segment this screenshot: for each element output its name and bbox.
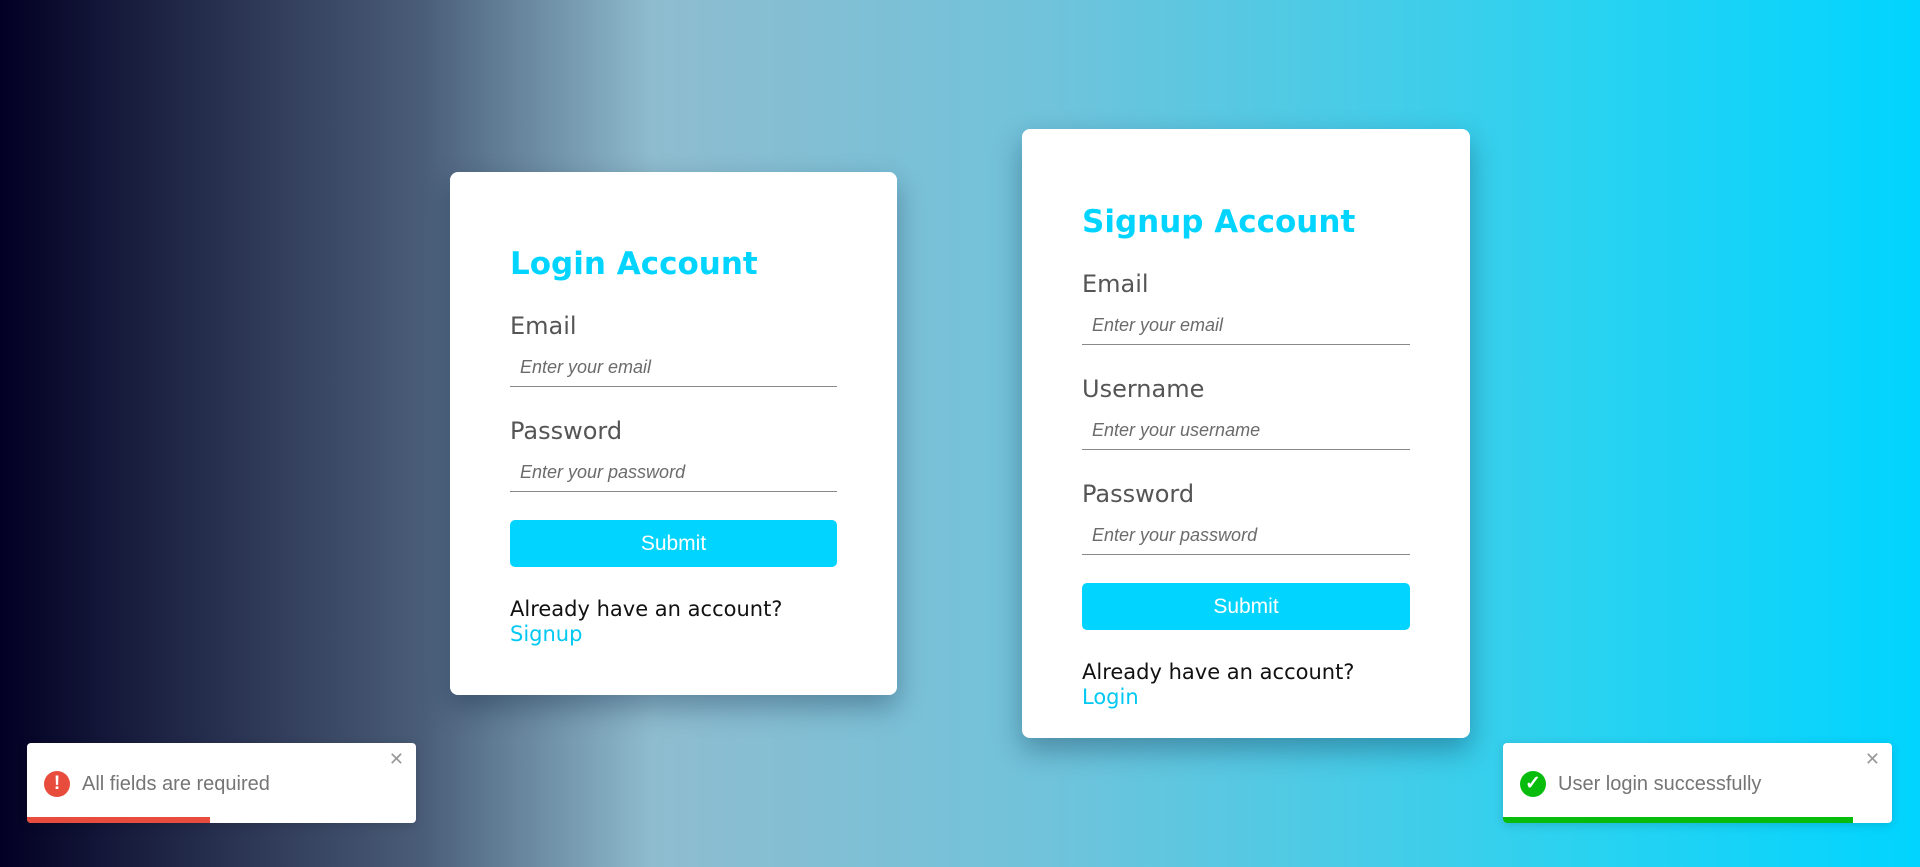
login-password-field: Password <box>510 419 837 492</box>
error-toast-message: All fields are required <box>82 773 270 795</box>
login-submit-button[interactable]: Submit <box>510 520 837 567</box>
signup-title: Signup Account <box>1082 204 1356 240</box>
login-email-field: Email <box>510 314 837 387</box>
login-footer-text: Already have an account? <box>510 597 783 621</box>
error-toast[interactable]: ! All fields are required ✕ <box>27 743 416 823</box>
exclamation-icon: ! <box>44 771 70 797</box>
login-title: Login Account <box>510 246 758 282</box>
checkmark-icon: ✓ <box>1520 771 1546 797</box>
signup-footer: Already have an account? Login <box>1082 660 1410 710</box>
login-link[interactable]: Login <box>1082 685 1139 709</box>
login-password-label: Password <box>510 417 623 445</box>
signup-username-input[interactable] <box>1082 411 1410 450</box>
signup-link[interactable]: Signup <box>510 622 582 646</box>
close-icon[interactable]: ✕ <box>389 751 404 769</box>
login-email-label: Email <box>510 312 577 340</box>
signup-email-field: Email <box>1082 272 1410 345</box>
success-toast[interactable]: ✓ User login successfully ✕ <box>1503 743 1892 823</box>
signup-password-label: Password <box>1082 480 1195 508</box>
error-toast-progress-bar <box>27 817 210 823</box>
signup-email-input[interactable] <box>1082 306 1410 345</box>
success-toast-message: User login successfully <box>1558 773 1762 795</box>
signup-footer-text: Already have an account? <box>1082 660 1355 684</box>
signup-password-input[interactable] <box>1082 516 1410 555</box>
success-toast-progress-bar <box>1503 817 1854 823</box>
close-icon[interactable]: ✕ <box>1865 751 1880 769</box>
signup-card: Signup Account Email Username Password S… <box>1022 129 1470 738</box>
signup-email-label: Email <box>1082 270 1149 298</box>
login-footer: Already have an account? Signup <box>510 597 800 647</box>
signup-submit-button[interactable]: Submit <box>1082 583 1410 630</box>
signup-password-field: Password <box>1082 482 1410 555</box>
signup-username-label: Username <box>1082 375 1205 403</box>
login-password-input[interactable] <box>510 453 837 492</box>
login-card: Login Account Email Password Submit Alre… <box>450 172 897 695</box>
login-email-input[interactable] <box>510 348 837 387</box>
signup-username-field: Username <box>1082 377 1410 450</box>
